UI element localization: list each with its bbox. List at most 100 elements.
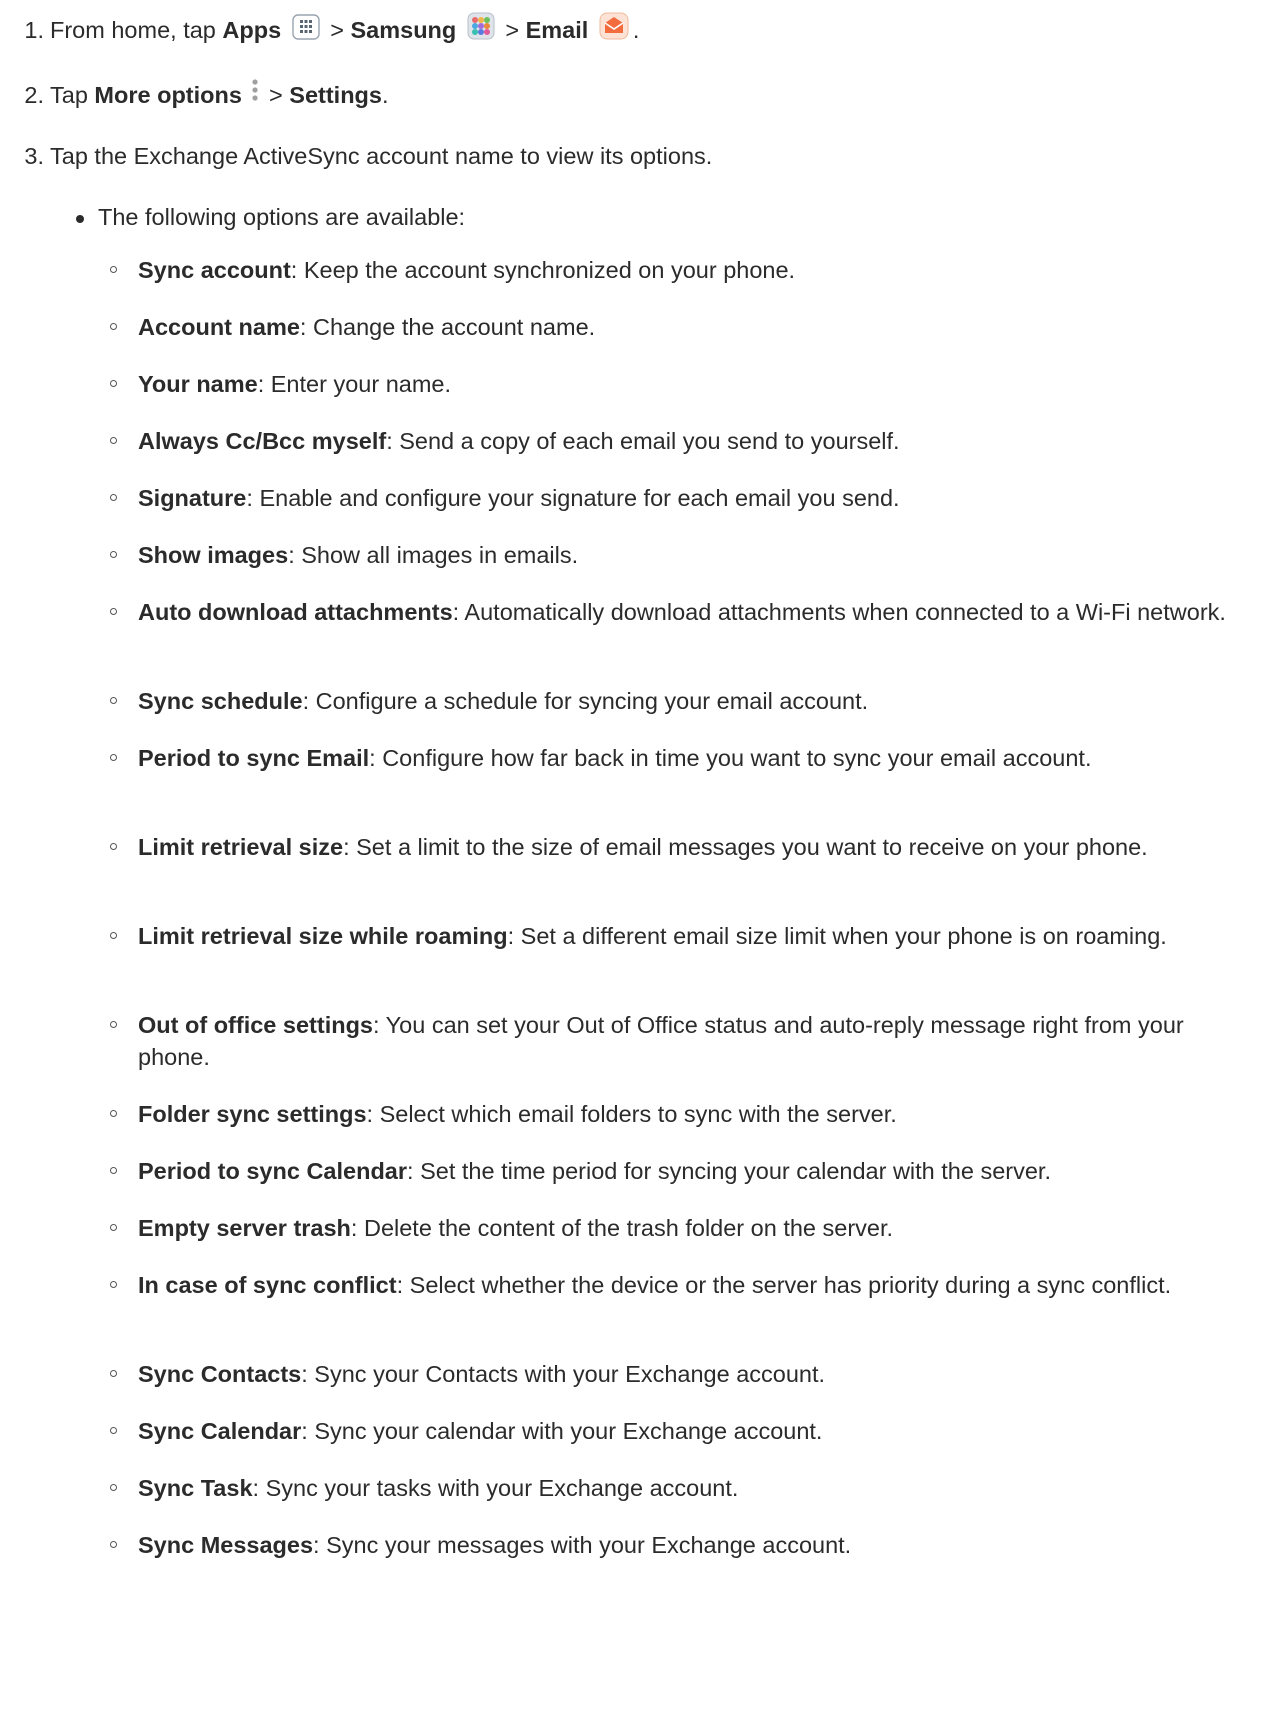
option-desc: : Sync your calendar with your Exchange … <box>301 1418 823 1444</box>
step-3: 3. Tap the Exchange ActiveSync account na… <box>0 138 712 174</box>
circle-bullet-icon <box>110 380 117 387</box>
circle-bullet-icon <box>110 697 117 704</box>
circle-bullet-icon <box>110 323 117 330</box>
option-desc: : Set a different email size limit when … <box>507 923 1167 949</box>
option-name: Empty server trash <box>138 1215 351 1241</box>
option-item: Sync schedule: Configure a schedule for … <box>110 685 1250 717</box>
option-name: Limit retrieval size while roaming <box>138 923 508 949</box>
option-desc: : Set the time period for syncing your c… <box>407 1158 1051 1184</box>
period: . <box>632 17 640 43</box>
option-desc: : Sync your tasks with your Exchange acc… <box>252 1475 739 1501</box>
more-options-label: More options <box>94 82 242 108</box>
options-intro-text: The following options are available: <box>98 204 466 230</box>
email-label: Email <box>525 17 589 43</box>
option-item: Period to sync Email: Configure how far … <box>110 742 1250 774</box>
option-name: Sync Messages <box>138 1532 314 1558</box>
option-item: In case of sync conflict: Select whether… <box>110 1269 1250 1301</box>
option-name: Auto download attachments <box>138 599 453 625</box>
settings-label: Settings <box>289 82 382 108</box>
circle-bullet-icon <box>110 551 117 558</box>
separator: > <box>323 17 351 43</box>
option-name: Sync account <box>138 257 291 283</box>
option-desc: : Send a copy of each email you send to … <box>386 428 900 454</box>
separator: > <box>498 17 526 43</box>
circle-bullet-icon <box>110 494 117 501</box>
option-desc: : Select whether the device or the serve… <box>396 1272 1172 1298</box>
option-item: Sync Calendar: Sync your calendar with y… <box>110 1415 1250 1447</box>
samsung-folder-icon <box>467 12 495 50</box>
period: . <box>382 82 389 108</box>
option-item: Sync account: Keep the account synchroni… <box>110 254 1250 286</box>
circle-bullet-icon <box>110 1281 117 1288</box>
step-number: 3. <box>24 143 44 169</box>
option-name: Out of office settings <box>138 1012 373 1038</box>
option-desc: : Set a limit to the size of email messa… <box>343 834 1148 860</box>
circle-bullet-icon <box>110 843 117 850</box>
circle-bullet-icon <box>110 437 117 444</box>
option-item: Sync Task: Sync your tasks with your Exc… <box>110 1472 1250 1504</box>
circle-bullet-icon <box>110 1167 117 1174</box>
step-2: 2. Tap More options > Settings. <box>0 77 389 115</box>
circle-bullet-icon <box>110 1021 117 1028</box>
option-name: Sync Calendar <box>138 1418 302 1444</box>
option-item: Always Cc/Bcc myself: Send a copy of eac… <box>110 425 1250 457</box>
circle-bullet-icon <box>110 266 117 273</box>
option-item: Limit retrieval size: Set a limit to the… <box>110 831 1250 863</box>
option-name: Period to sync Email <box>138 745 370 771</box>
option-item: Show images: Show all images in emails. <box>110 539 1250 571</box>
circle-bullet-icon <box>110 1541 117 1548</box>
option-item: Period to sync Calendar: Set the time pe… <box>110 1155 1250 1187</box>
option-item: Your name: Enter your name. <box>110 368 1250 400</box>
option-name: Limit retrieval size <box>138 834 344 860</box>
option-name: Sync Task <box>138 1475 253 1501</box>
option-name: Sync schedule <box>138 688 303 714</box>
option-desc: : Sync your Contacts with your Exchange … <box>301 1361 826 1387</box>
option-desc: : Enter your name. <box>257 371 452 397</box>
option-desc: : Configure a schedule for syncing your … <box>302 688 869 714</box>
circle-bullet-icon <box>110 1370 117 1377</box>
option-item: Out of office settings: You can set your… <box>110 1009 1250 1073</box>
email-app-icon <box>599 12 629 50</box>
option-name: Your name <box>138 371 258 397</box>
step-text: Tap the Exchange ActiveSync account name… <box>50 143 713 169</box>
option-item: Sync Contacts: Sync your Contacts with y… <box>110 1358 1250 1390</box>
apps-grid-icon <box>291 14 320 50</box>
circle-bullet-icon <box>110 1484 117 1491</box>
option-name: Period to sync Calendar <box>138 1158 408 1184</box>
circle-bullet-icon <box>110 1110 117 1117</box>
step-1: 1.From home, tap Apps > Samsung > Email <box>0 12 639 50</box>
option-name: Folder sync settings <box>138 1101 367 1127</box>
circle-bullet-icon <box>110 1427 117 1434</box>
option-item: Sync Messages: Sync your messages with y… <box>110 1529 1250 1561</box>
circle-bullet-icon <box>110 608 117 615</box>
option-item: Empty server trash: Delete the content o… <box>110 1212 1250 1244</box>
options-intro: The following options are available: <box>72 199 465 235</box>
circle-bullet-icon <box>110 1224 117 1231</box>
option-name: Always Cc/Bcc myself <box>138 428 387 454</box>
option-name: In case of sync conflict <box>138 1272 397 1298</box>
more-options-icon <box>250 77 260 115</box>
option-item: Auto download attachments: Automatically… <box>110 596 1250 628</box>
separator: > <box>262 82 290 108</box>
circle-bullet-icon <box>110 932 117 939</box>
bullet-dot-icon <box>76 214 84 223</box>
apps-label: Apps <box>222 17 282 43</box>
option-name: Signature <box>138 485 247 511</box>
option-desc: : Change the account name. <box>299 314 596 340</box>
circle-bullet-icon <box>110 754 117 761</box>
option-desc: : Sync your messages with your Exchange … <box>313 1532 852 1558</box>
option-name: Show images <box>138 542 289 568</box>
option-item: Limit retrieval size while roaming: Set … <box>110 920 1250 952</box>
step-number: 1. <box>24 17 44 43</box>
option-desc: : Automatically download attachments whe… <box>452 599 1226 625</box>
step-number: 2. <box>24 82 44 108</box>
option-desc: : Delete the content of the trash folder… <box>350 1215 894 1241</box>
option-desc: : Configure how far back in time you wan… <box>369 745 1092 771</box>
option-item: Account name: Change the account name. <box>110 311 1250 343</box>
samsung-label: Samsung <box>350 17 457 43</box>
option-desc: : Enable and configure your signature fo… <box>246 485 900 511</box>
option-item: Folder sync settings: Select which email… <box>110 1098 1250 1130</box>
option-name: Sync Contacts <box>138 1361 302 1387</box>
option-name: Account name <box>138 314 300 340</box>
step-text: Tap <box>50 82 95 108</box>
